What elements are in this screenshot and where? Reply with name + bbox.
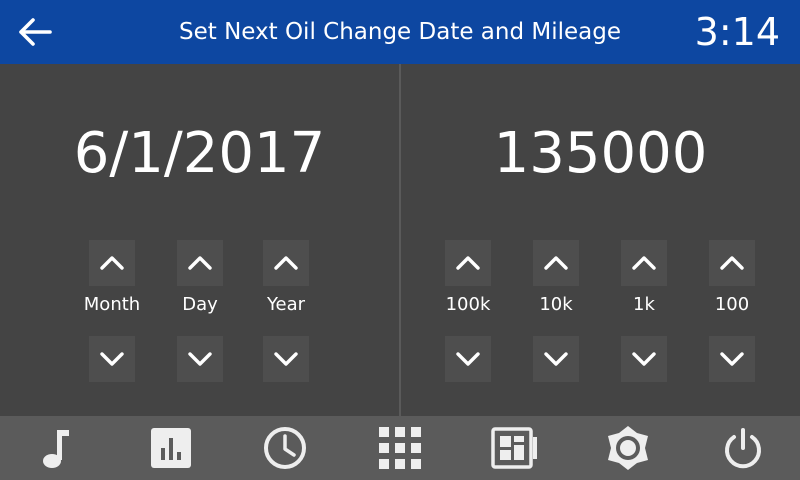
month-label: Month	[83, 294, 141, 315]
nav-settings-button[interactable]	[593, 416, 663, 480]
header-bar: Set Next Oil Change Date and Mileage 3:1…	[0, 0, 800, 64]
arrow-left-icon	[19, 18, 52, 46]
day-down-button[interactable]	[177, 336, 223, 382]
settings-gear-icon	[608, 426, 648, 470]
chevron-down-icon	[456, 352, 480, 366]
thousands-down-button[interactable]	[621, 336, 667, 382]
chevron-up-icon	[100, 256, 124, 270]
nav-dashboard-button[interactable]	[479, 416, 549, 480]
hundreds-control: 100	[709, 240, 755, 382]
year-control: Year	[263, 240, 309, 382]
chevron-down-icon	[632, 352, 656, 366]
thousands-up-button[interactable]	[621, 240, 667, 286]
nav-power-button[interactable]	[708, 416, 778, 480]
clock-icon	[264, 427, 306, 469]
chevron-up-icon	[456, 256, 480, 270]
date-panel: 6/1/2017 Month Day Year	[0, 64, 399, 416]
ten-thousands-up-button[interactable]	[533, 240, 579, 286]
chevron-up-icon	[544, 256, 568, 270]
mileage-panel: 135000 100k 10k 1k 100	[401, 64, 800, 416]
year-up-button[interactable]	[263, 240, 309, 286]
back-button[interactable]	[14, 12, 56, 52]
clock-time: 3:14	[694, 10, 780, 54]
chevron-up-icon	[274, 256, 298, 270]
hundred-thousands-control: 100k	[445, 240, 491, 382]
hundreds-down-button[interactable]	[709, 336, 755, 382]
apps-grid-icon	[379, 427, 421, 469]
date-value: 6/1/2017	[73, 121, 326, 186]
ten-thousands-control: 10k	[533, 240, 579, 382]
nav-clock-button[interactable]	[250, 416, 320, 480]
year-down-button[interactable]	[263, 336, 309, 382]
chevron-up-icon	[188, 256, 212, 270]
ten-thousands-down-button[interactable]	[533, 336, 579, 382]
hundreds-up-button[interactable]	[709, 240, 755, 286]
month-control: Month	[84, 240, 140, 382]
power-icon	[725, 428, 761, 469]
bar-chart-icon	[151, 428, 191, 468]
chevron-down-icon	[544, 352, 568, 366]
hundred-thousands-label: 100k	[445, 294, 491, 315]
nav-music-button[interactable]	[22, 416, 92, 480]
chevron-down-icon	[188, 352, 212, 366]
chevron-up-icon	[720, 256, 744, 270]
nav-stats-button[interactable]	[136, 416, 206, 480]
month-up-button[interactable]	[89, 240, 135, 286]
ten-thousands-label: 10k	[539, 294, 573, 315]
month-down-button[interactable]	[89, 336, 135, 382]
chevron-down-icon	[100, 352, 124, 366]
music-note-icon	[43, 430, 69, 468]
main-content: 6/1/2017 Month Day Year 135000 100k 10k …	[0, 64, 800, 416]
page-title: Set Next Oil Change Date and Mileage	[178, 19, 622, 45]
thousands-control: 1k	[621, 240, 667, 382]
chevron-down-icon	[274, 352, 298, 366]
hundreds-label: 100	[714, 294, 750, 315]
hundred-thousands-up-button[interactable]	[445, 240, 491, 286]
day-label: Day	[182, 294, 218, 315]
dashboard-icon	[491, 427, 537, 469]
chevron-down-icon	[720, 352, 744, 366]
bottom-nav-bar	[0, 416, 800, 480]
day-up-button[interactable]	[177, 240, 223, 286]
mileage-value: 135000	[493, 121, 708, 186]
nav-apps-button[interactable]	[365, 416, 435, 480]
day-control: Day	[177, 240, 223, 382]
hundred-thousands-down-button[interactable]	[445, 336, 491, 382]
chevron-up-icon	[632, 256, 656, 270]
year-label: Year	[266, 294, 306, 315]
thousands-label: 1k	[633, 294, 655, 315]
